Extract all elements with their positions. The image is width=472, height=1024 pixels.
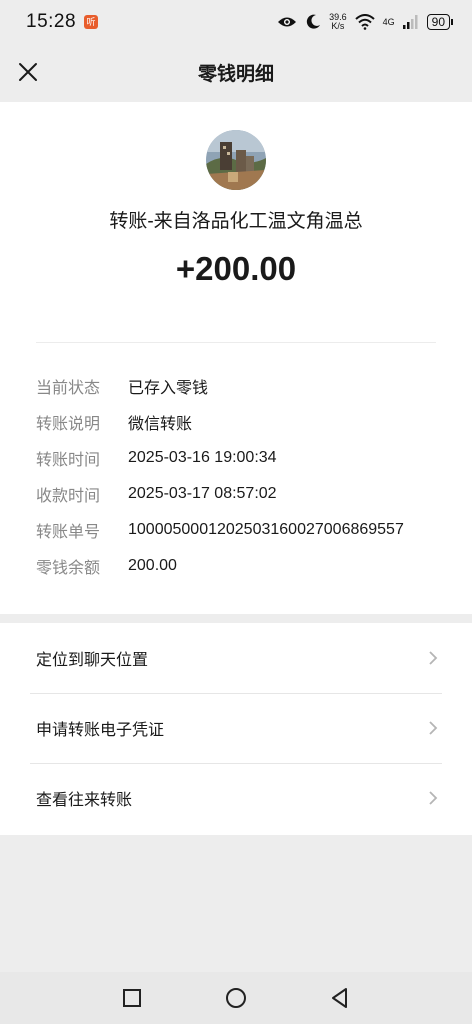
chevron-right-icon xyxy=(429,651,438,665)
detail-value: 已存入零钱 xyxy=(128,380,209,397)
close-icon[interactable] xyxy=(14,58,42,86)
transfer-amount: +200.00 xyxy=(175,250,297,287)
app-notification-icon: 听 xyxy=(84,15,99,29)
battery-indicator: 90 xyxy=(426,14,454,30)
divider xyxy=(36,342,436,343)
detail-label: 转账说明 xyxy=(36,416,101,433)
transfer-detail-card: 转账-来自洛品化工温文角温总 +200.00 当前状态 已存入零钱 转账说明 微… xyxy=(0,102,472,614)
detail-value: 1000050001202503160027006869557 xyxy=(128,521,404,538)
square-icon xyxy=(123,989,141,1007)
signal-icon xyxy=(402,15,418,29)
detail-value: 微信转账 xyxy=(128,416,193,433)
view-transfer-history-button[interactable]: 查看往来转账 xyxy=(0,763,472,833)
back-button[interactable] xyxy=(326,984,354,1012)
detail-label: 当前状态 xyxy=(36,380,101,397)
request-e-voucher-button[interactable]: 申请转账电子凭证 xyxy=(0,693,472,763)
detail-label: 收款时间 xyxy=(36,488,101,505)
network-speed: 39.6 K/s xyxy=(329,13,347,31)
locate-chat-button[interactable]: 定位到聊天位置 xyxy=(0,623,472,693)
top-nav-bar: 零钱明细 xyxy=(0,44,472,100)
detail-label: 零钱余额 xyxy=(36,560,101,577)
detail-row-receive-time: 收款时间 2025-03-17 08:57:02 xyxy=(36,476,446,512)
detail-row-balance: 零钱余额 200.00 xyxy=(36,548,446,584)
detail-row-transfer-time: 转账时间 2025-03-16 19:00:34 xyxy=(36,440,446,476)
sender-avatar xyxy=(206,130,266,190)
eye-icon xyxy=(278,17,297,27)
circle-icon xyxy=(226,988,246,1008)
detail-row-status: 当前状态 已存入零钱 xyxy=(36,368,446,404)
network-type: 4G xyxy=(382,17,395,27)
detail-value: 2025-03-16 19:00:34 xyxy=(128,449,277,466)
detail-row-note: 转账说明 微信转账 xyxy=(36,404,446,440)
moon-icon xyxy=(306,14,321,29)
action-label: 定位到聊天位置 xyxy=(36,652,149,669)
detail-label: 转账单号 xyxy=(36,524,101,541)
home-button[interactable] xyxy=(222,984,250,1012)
chevron-right-icon xyxy=(429,721,438,735)
detail-value: 200.00 xyxy=(128,557,177,574)
detail-value: 2025-03-17 08:57:02 xyxy=(128,485,277,502)
detail-list: 当前状态 已存入零钱 转账说明 微信转账 转账时间 2025-03-16 19:… xyxy=(36,368,446,584)
triangle-back-icon xyxy=(332,988,347,1008)
wifi-icon xyxy=(354,14,375,30)
action-label: 申请转账电子凭证 xyxy=(36,722,165,739)
chevron-right-icon xyxy=(429,791,438,805)
system-navigation-bar xyxy=(0,972,472,1024)
transfer-title: 转账-来自洛品化工温文角温总 xyxy=(109,211,363,232)
page-title: 零钱明细 xyxy=(197,63,274,85)
network-speed-unit: K/s xyxy=(331,21,345,31)
recents-button[interactable] xyxy=(118,984,146,1012)
detail-label: 转账时间 xyxy=(36,452,101,469)
action-label: 查看往来转账 xyxy=(36,792,133,809)
action-list: 定位到聊天位置 申请转账电子凭证 查看往来转账 xyxy=(0,623,472,835)
status-time: 15:28 xyxy=(26,11,77,32)
detail-row-order-number: 转账单号 1000050001202503160027006869557 xyxy=(36,512,446,548)
status-bar: 15:28 听 39.6 K/s 4G 90 xyxy=(0,0,472,44)
